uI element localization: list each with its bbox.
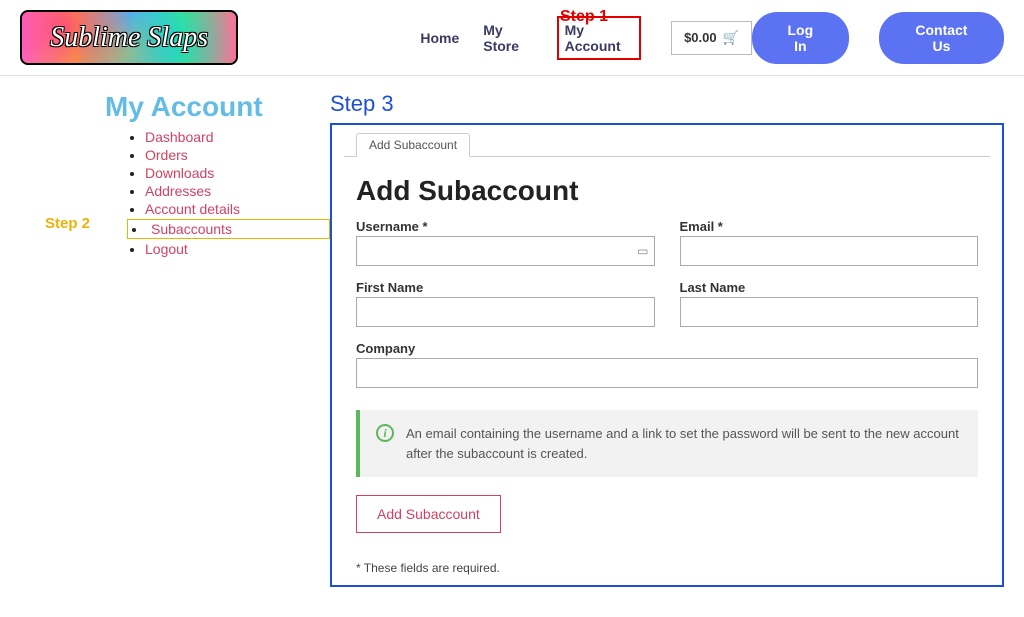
tab-add-subaccount[interactable]: Add Subaccount — [356, 133, 470, 157]
add-subaccount-panel: Add Subaccount Add Subaccount Username *… — [330, 123, 1004, 587]
info-message: i An email containing the username and a… — [356, 410, 978, 477]
step2-annotation: Step 2 — [45, 215, 90, 232]
info-icon: i — [376, 424, 394, 442]
logo-text: Sublime Slaps — [50, 22, 208, 54]
last-name-input[interactable] — [680, 297, 979, 327]
contact-us-button[interactable]: Contact Us — [879, 12, 1004, 64]
cart-button[interactable]: $0.00 🛒 — [671, 21, 752, 55]
cart-icon: 🛒 — [723, 30, 739, 46]
sidebar-item-addresses[interactable]: Addresses — [145, 183, 211, 199]
nav-home[interactable]: Home — [418, 26, 461, 50]
account-sidebar: Step 2 My Account Dashboard Orders Downl… — [20, 91, 330, 587]
panel-heading: Add Subaccount — [356, 175, 978, 207]
company-input[interactable] — [356, 358, 978, 388]
site-logo[interactable]: Sublime Slaps — [20, 10, 238, 65]
nav-my-account[interactable]: My Account — [557, 16, 641, 60]
sidebar-item-account-details[interactable]: Account details — [145, 201, 240, 217]
info-text: An email containing the username and a l… — [406, 424, 962, 463]
login-button[interactable]: Log In — [752, 12, 849, 64]
sidebar-item-subaccounts[interactable]: Subaccounts — [151, 221, 232, 237]
sidebar-item-dashboard[interactable]: Dashboard — [145, 129, 214, 145]
sidebar-item-orders[interactable]: Orders — [145, 147, 188, 163]
email-input[interactable] — [680, 236, 979, 266]
username-input[interactable] — [356, 236, 655, 266]
nav-my-store[interactable]: My Store — [481, 18, 536, 58]
tab-strip: Add Subaccount — [344, 125, 990, 157]
main-nav: Home My Store My Account $0.00 🛒 — [418, 16, 751, 60]
last-name-label: Last Name — [680, 280, 979, 295]
sidebar-title: My Account — [105, 91, 330, 123]
first-name-input[interactable] — [356, 297, 655, 327]
add-subaccount-button[interactable]: Add Subaccount — [356, 495, 501, 533]
username-label: Username * — [356, 219, 655, 234]
sidebar-item-logout[interactable]: Logout — [145, 241, 188, 257]
first-name-label: First Name — [356, 280, 655, 295]
contact-card-icon: ▭ — [637, 244, 648, 258]
company-label: Company — [356, 341, 978, 356]
email-label: Email * — [680, 219, 979, 234]
step3-annotation: Step 3 — [330, 91, 1004, 117]
cart-total: $0.00 — [684, 30, 717, 45]
required-footnote: * These fields are required. — [356, 561, 978, 575]
site-header: Sublime Slaps Home My Store My Account $… — [0, 0, 1024, 76]
sidebar-item-downloads[interactable]: Downloads — [145, 165, 214, 181]
